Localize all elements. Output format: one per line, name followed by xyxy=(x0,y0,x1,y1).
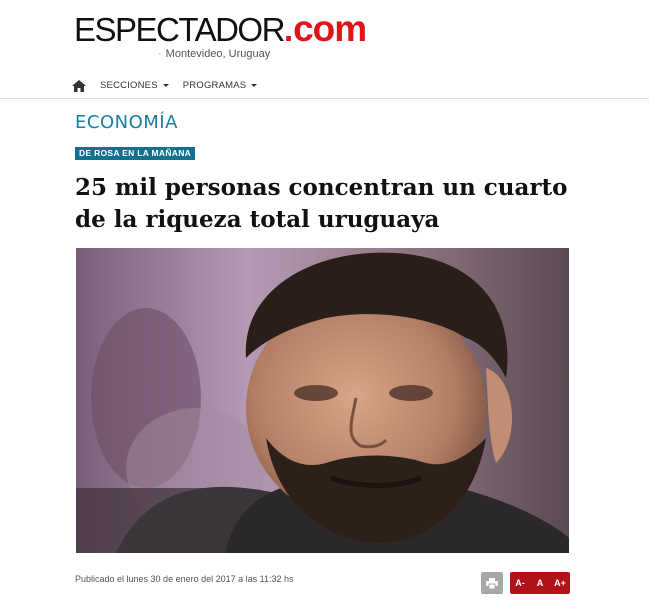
location-text: Montevideo, Uruguay xyxy=(165,48,271,60)
chevron-down-icon xyxy=(251,83,258,87)
main-nav: SECCIONES PROGRAMAS xyxy=(72,76,258,94)
logo-dot: . xyxy=(283,11,294,48)
article-headline: 25 mil personas concentran un cuarto de … xyxy=(75,174,568,233)
print-button[interactable] xyxy=(481,572,503,594)
font-decrease-button[interactable]: A- xyxy=(510,572,530,594)
nav-programas-label: PROGRAMAS xyxy=(182,79,247,91)
program-badge[interactable]: DE ROSA EN LA MAÑANA xyxy=(75,147,196,160)
publish-date: Publicado el lunes 30 de enero del 2017 … xyxy=(75,574,294,584)
section-link[interactable]: ECONOMÍA xyxy=(75,112,178,133)
nav-secciones-label: SECCIONES xyxy=(100,79,158,91)
logo-wordmark: ESPECTADOR xyxy=(74,11,285,48)
location-line: · Montevideo, Uruguay xyxy=(158,48,270,60)
print-icon xyxy=(486,577,498,589)
nav-programas[interactable]: PROGRAMAS xyxy=(183,80,258,91)
font-increase-button[interactable]: A+ xyxy=(550,572,570,594)
logo-com: com xyxy=(293,8,367,49)
article-photo xyxy=(76,248,569,553)
header-divider xyxy=(0,98,649,99)
site-logo[interactable]: ESPECTADOR. com xyxy=(74,8,367,49)
nav-secciones[interactable]: SECCIONES xyxy=(100,80,169,91)
location-separator: · xyxy=(158,48,162,60)
home-icon[interactable] xyxy=(72,79,86,92)
font-normal-button[interactable]: A xyxy=(530,572,550,594)
font-size-controls: A- A A+ xyxy=(510,572,570,594)
chevron-down-icon xyxy=(162,83,169,87)
